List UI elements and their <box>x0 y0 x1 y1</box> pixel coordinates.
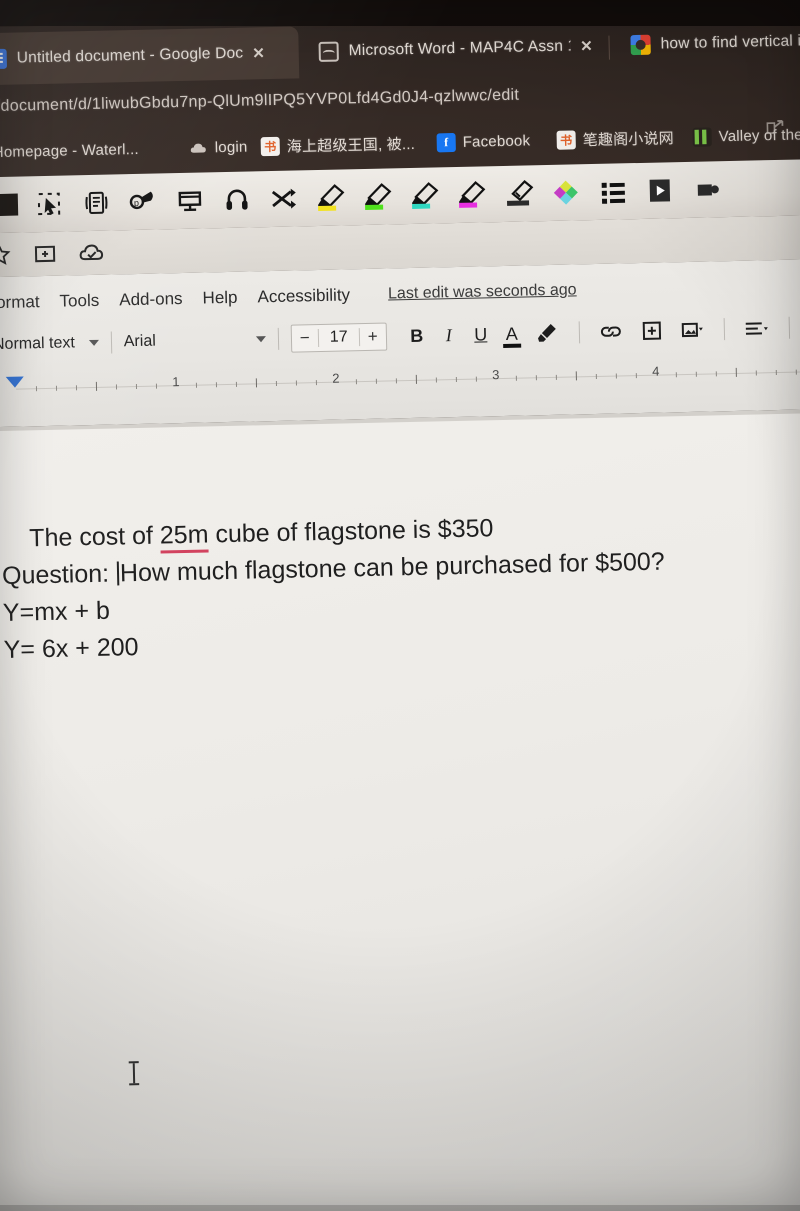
globe-icon <box>318 41 339 62</box>
share-icon[interactable] <box>765 118 786 143</box>
align-button[interactable] <box>736 311 777 346</box>
toolbar-divider <box>578 321 580 344</box>
google-icon <box>630 34 651 56</box>
bookmark-label: Facebook <box>462 131 531 151</box>
line-text: Question: <box>1 559 117 590</box>
bold-button[interactable]: B <box>401 325 433 347</box>
google-docs-app: ormat Tools Add-ons Help Accessibility L… <box>0 258 800 428</box>
menu-item-format[interactable]: ormat <box>0 292 40 313</box>
eraser-icon[interactable] <box>496 172 541 215</box>
font-size-decrease-button[interactable]: − <box>292 328 318 349</box>
chrome-actions <box>765 117 800 143</box>
screen-photo: Untitled document - Google Doc ✕ Microso… <box>0 0 800 1211</box>
paragraph-style-dropdown[interactable]: Normal text <box>0 334 99 354</box>
magnifier-icon[interactable]: p <box>120 180 165 223</box>
bookmark-label: Homepage - Waterl... <box>0 140 139 161</box>
tab-close-icon[interactable]: ✕ <box>252 44 265 62</box>
bookmark-login[interactable]: login <box>188 132 248 163</box>
bookmark-label: 海上超级王国, 被... <box>286 135 416 156</box>
bookmark-homepage-waterloo[interactable]: Homepage - Waterl... <box>0 134 139 167</box>
play-button-icon[interactable] <box>637 169 682 212</box>
cloud-check-icon[interactable] <box>71 236 112 271</box>
ruler-number: 3 <box>492 367 500 383</box>
line-text: The cost of <box>28 521 161 553</box>
tab-close-icon[interactable]: ✕ <box>580 37 593 55</box>
add-comment-button[interactable] <box>631 313 672 348</box>
ruler-number: 4 <box>651 363 660 379</box>
cloud-icon <box>189 138 208 157</box>
menu-item-tools[interactable]: Tools <box>59 291 99 312</box>
italic-button[interactable]: I <box>433 324 465 346</box>
list-icon[interactable] <box>590 170 635 213</box>
line-text-rest: How much flagstone can be purchased for … <box>119 547 665 588</box>
toolbar-divider <box>277 327 280 350</box>
tab-google-docs[interactable]: Untitled document - Google Doc ✕ <box>0 26 300 86</box>
font-family-dropdown[interactable]: Arial <box>124 330 266 351</box>
novel-site-icon: 书 <box>260 136 280 156</box>
insert-image-button[interactable] <box>671 312 712 347</box>
document-scroll-area[interactable]: The cost of 25m cube of flagstone is $35… <box>0 408 800 1211</box>
tab-label: Untitled document - Google Doc <box>16 44 244 67</box>
bookmark-facebook[interactable]: f Facebook <box>436 125 530 157</box>
misspelled-word: 25m <box>159 520 209 554</box>
document-icon[interactable] <box>74 181 119 224</box>
menu-item-add-ons[interactable]: Add-ons <box>119 289 183 310</box>
bookmark-label: 笔趣阁小说网 <box>582 129 675 149</box>
text-color-button[interactable]: A <box>496 323 526 345</box>
add-folder-icon[interactable] <box>25 237 66 272</box>
font-size-increase-button[interactable]: + <box>360 327 386 348</box>
chevron-down-icon <box>88 339 99 347</box>
line-text-rest: cube of flagstone is $350 <box>208 514 494 549</box>
insert-link-button[interactable] <box>591 314 632 349</box>
toolbar-divider <box>110 331 113 354</box>
document-page[interactable]: The cost of 25m cube of flagstone is $35… <box>0 412 800 1211</box>
ruler-number: 2 <box>332 370 340 386</box>
select-cursor-icon[interactable] <box>27 182 72 225</box>
tab-label: Microsoft Word - MAP4C Assn 1 <box>348 37 572 60</box>
bookmark-novel-cn-1[interactable]: 书 海上超级王国, 被... <box>260 128 415 161</box>
tab-microsoft-word[interactable]: Microsoft Word - MAP4C Assn 1 ✕ <box>310 20 601 78</box>
highlighter-teal-icon[interactable] <box>402 174 447 217</box>
highlighter-green-icon[interactable] <box>355 175 400 218</box>
facebook-icon: f <box>436 132 456 152</box>
underline-button[interactable]: U <box>464 324 496 346</box>
green-bars-icon: ▌▌ <box>692 126 712 147</box>
last-edit-status[interactable]: Last edit was seconds ago <box>388 281 577 303</box>
line-text: Y=mx + b <box>2 596 111 627</box>
toolbar-divider <box>788 316 790 339</box>
svg-text:p: p <box>134 198 139 208</box>
toolbar-divider <box>723 318 725 341</box>
bookmark-novel-cn-2[interactable]: 书 笔趣阁小说网 <box>556 122 674 155</box>
chevron-down-icon <box>255 336 266 343</box>
black-swatch[interactable] <box>0 193 19 217</box>
ruler-number: 1 <box>172 374 180 390</box>
font-size-value[interactable]: 17 <box>317 328 360 348</box>
gdocs-icon <box>0 48 8 70</box>
highlighter-magenta-icon[interactable] <box>449 173 494 216</box>
star-outline-icon[interactable] <box>0 238 19 273</box>
novel-site-icon: 书 <box>556 129 576 150</box>
extension-overflow-icon[interactable] <box>684 168 729 211</box>
paragraph-style-value: Normal text <box>0 334 75 354</box>
menu-item-help[interactable]: Help <box>202 288 237 309</box>
mouse-text-cursor-icon <box>132 1063 136 1084</box>
left-indent-marker[interactable] <box>5 376 24 388</box>
menu-item-accessibility[interactable]: Accessibility <box>257 285 350 307</box>
document-body[interactable]: The cost of 25m cube of flagstone is $35… <box>1 503 800 669</box>
address-bar-url: /document/d/1liwubGbdu7np-QlUm9lIPQ5YVP0… <box>0 86 520 116</box>
tab-label: how to find vertical inter <box>660 31 800 53</box>
recycle-colors-icon[interactable] <box>543 171 588 214</box>
bookmark-label: login <box>214 138 248 156</box>
browser-window: Untitled document - Google Doc ✕ Microso… <box>0 8 800 1211</box>
font-family-value: Arial <box>123 332 156 351</box>
highlight-color-button[interactable] <box>526 316 567 351</box>
shuffle-icon[interactable] <box>261 177 306 220</box>
headphones-icon[interactable] <box>214 178 259 221</box>
font-size-stepper[interactable]: − 17 + <box>290 322 388 353</box>
line-text: Y= 6x + 200 <box>3 633 139 664</box>
highlighter-yellow-icon[interactable] <box>308 176 353 219</box>
tab-google-search[interactable]: how to find vertical inter <box>622 14 800 71</box>
monitor-icon[interactable] <box>167 179 212 222</box>
